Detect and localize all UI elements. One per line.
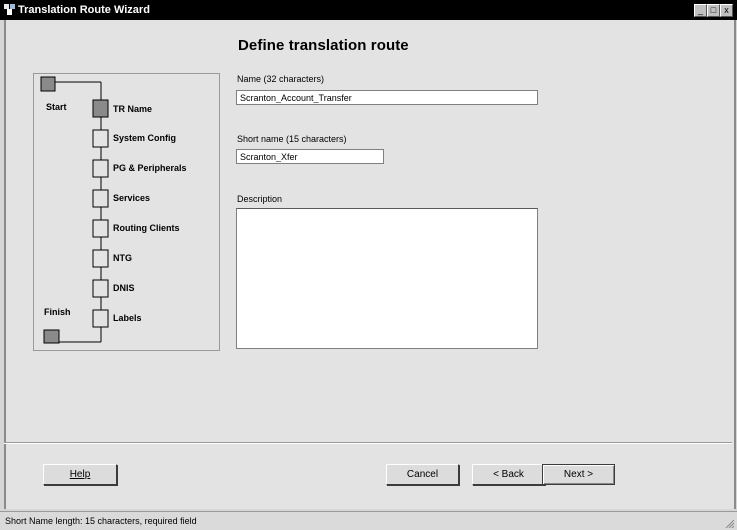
description-field-label: Description [237, 194, 283, 204]
step-label-ntg: NTG [113, 253, 132, 263]
cancel-button-label: Cancel [406, 469, 439, 480]
step-label-system-config: System Config [113, 133, 177, 143]
maximize-button[interactable]: □ [707, 4, 720, 17]
description-textarea[interactable] [236, 208, 538, 349]
start-node [40, 76, 56, 92]
wizard-steps-panel: Start Finish TR Name System Config PG & … [33, 73, 220, 351]
step-node-system-config [92, 129, 109, 148]
step-label-routing-clients: Routing Clients [113, 223, 180, 233]
status-bar: Short Name length: 15 characters, requir… [0, 511, 737, 530]
help-button[interactable]: Help [43, 464, 117, 485]
step-node-dnis [92, 279, 109, 298]
close-button[interactable]: x [720, 4, 733, 17]
step-label-tr-name: TR Name [113, 104, 153, 114]
step-node-services [92, 189, 109, 208]
back-button-label: < Back [493, 469, 524, 480]
step-label-pg-peripherals: PG & Peripherals [113, 163, 187, 173]
name-input[interactable] [236, 90, 538, 105]
button-separator [4, 442, 732, 444]
step-label-labels: Labels [113, 313, 142, 323]
step-node-labels [92, 309, 109, 328]
title-bar: Translation Route Wizard _ □ x [0, 0, 737, 20]
wizard-app-icon [4, 4, 15, 15]
finish-label: Finish [44, 307, 71, 317]
name-field-label: Name (32 characters) [237, 74, 325, 84]
short-name-input[interactable] [236, 149, 384, 164]
finish-node [43, 329, 60, 344]
next-button[interactable]: Next > [542, 464, 615, 485]
step-label-dnis: DNIS [113, 283, 135, 293]
back-button[interactable]: < Back [472, 464, 545, 485]
help-button-label: Help [69, 469, 91, 480]
page-title: Define translation route [238, 37, 409, 54]
minimize-button[interactable]: _ [694, 4, 707, 17]
step-node-pg-peripherals [92, 159, 109, 178]
next-button-label: Next > [563, 469, 594, 480]
resize-grip-icon[interactable] [724, 518, 734, 528]
start-label: Start [46, 102, 67, 112]
step-node-ntg [92, 249, 109, 268]
step-node-routing-clients [92, 219, 109, 238]
short-name-field-label: Short name (15 characters) [237, 134, 347, 144]
step-node-tr-name [92, 99, 109, 118]
cancel-button[interactable]: Cancel [386, 464, 459, 485]
step-label-services: Services [113, 193, 151, 203]
status-text: Short Name length: 15 characters, requir… [5, 516, 197, 526]
window-title: Translation Route Wizard [18, 4, 150, 16]
